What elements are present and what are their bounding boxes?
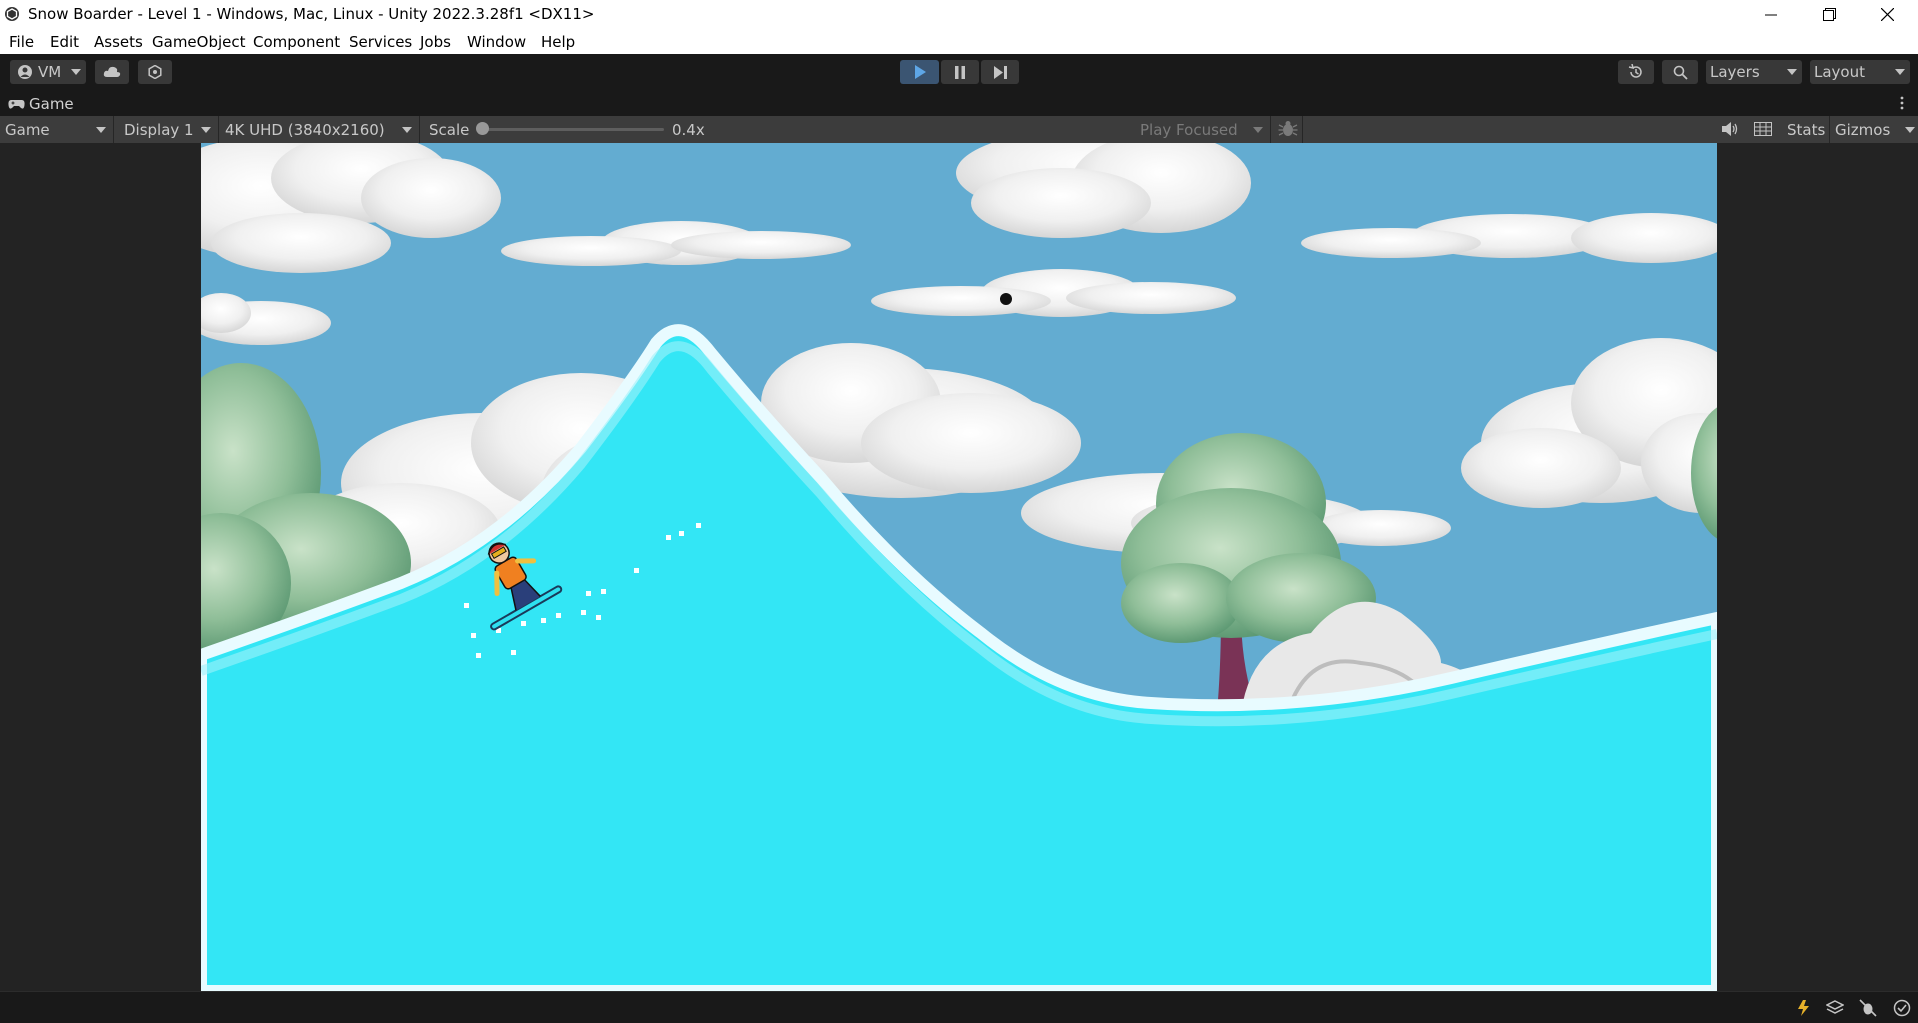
scale-slider-thumb[interactable] bbox=[476, 122, 489, 135]
chevron-down-icon bbox=[1787, 69, 1797, 75]
chevron-down-icon bbox=[201, 127, 211, 133]
resolution-dropdown[interactable]: 4K UHD (3840x2160) bbox=[225, 118, 417, 141]
play-button[interactable] bbox=[900, 60, 939, 84]
cache-server-button[interactable] bbox=[1825, 999, 1845, 1017]
view-mode-dropdown[interactable]: Game bbox=[5, 118, 111, 141]
search-button[interactable] bbox=[1662, 60, 1698, 84]
account-label: VM bbox=[38, 63, 62, 81]
pause-icon bbox=[955, 65, 965, 79]
game-view-toolbar: Game Display 1 4K UHD (3840x2160) Scale … bbox=[0, 116, 1918, 143]
history-icon bbox=[1628, 64, 1642, 78]
auto-generate-lighting-button[interactable] bbox=[1795, 999, 1813, 1017]
title-bar: Snow Boarder - Level 1 - Windows, Mac, L… bbox=[0, 0, 1918, 29]
search-icon bbox=[1673, 65, 1688, 80]
game-viewport[interactable] bbox=[201, 143, 1717, 991]
layers-icon bbox=[1825, 1000, 1845, 1014]
display-dropdown[interactable]: Display 1 bbox=[124, 118, 216, 141]
grid-icon bbox=[1754, 122, 1772, 136]
layers-label: Layers bbox=[1710, 63, 1760, 81]
scale-label: Scale bbox=[429, 120, 470, 139]
tab-game-label: Game bbox=[29, 95, 74, 113]
step-button[interactable] bbox=[981, 60, 1019, 84]
step-icon bbox=[993, 65, 1007, 79]
bug-icon bbox=[1278, 121, 1298, 136]
main-toolbar: VM Layers Layout bbox=[0, 54, 1918, 91]
play-mode-label: Play Focused bbox=[1140, 120, 1238, 139]
divider bbox=[1302, 116, 1303, 143]
menu-bar: File Edit Assets GameObject Component Se… bbox=[0, 29, 1918, 54]
play-icon bbox=[914, 65, 926, 79]
speaker-icon bbox=[1722, 122, 1738, 136]
more-vertical-icon bbox=[1900, 96, 1904, 110]
debug-mode-button[interactable] bbox=[1859, 999, 1877, 1017]
layers-dropdown[interactable]: Layers bbox=[1706, 60, 1802, 84]
gizmos-dropdown[interactable]: Gizmos bbox=[1835, 118, 1915, 141]
view-mode-label: Game bbox=[5, 120, 50, 139]
cloud bbox=[956, 143, 1251, 238]
chevron-down-icon bbox=[402, 127, 412, 133]
divider bbox=[1829, 116, 1830, 143]
minimize-icon bbox=[1765, 14, 1777, 15]
chevron-down-icon bbox=[1253, 127, 1263, 133]
chevron-down-icon bbox=[71, 69, 81, 75]
aspect-button[interactable] bbox=[1754, 121, 1774, 138]
menu-jobs[interactable]: Jobs bbox=[420, 33, 451, 51]
menu-services[interactable]: Services bbox=[349, 33, 412, 51]
menu-assets[interactable]: Assets bbox=[94, 33, 143, 51]
gamepad-icon bbox=[8, 99, 25, 109]
divider bbox=[1270, 116, 1271, 143]
lighting-icon bbox=[1798, 1000, 1809, 1016]
layout-dropdown[interactable]: Layout bbox=[1810, 60, 1910, 84]
cloud-icon bbox=[103, 66, 121, 77]
chevron-down-icon bbox=[1905, 127, 1915, 133]
display-label: Display 1 bbox=[124, 120, 194, 139]
scale-slider-track[interactable] bbox=[481, 128, 664, 131]
check-circle-icon bbox=[1893, 999, 1911, 1017]
divider bbox=[218, 116, 219, 143]
stats-button[interactable]: Stats bbox=[1787, 118, 1825, 141]
tab-menu-button[interactable] bbox=[1896, 95, 1908, 111]
history-button[interactable] bbox=[1618, 60, 1654, 84]
close-icon bbox=[1880, 8, 1894, 21]
divider bbox=[113, 116, 114, 143]
hexagon-icon bbox=[148, 65, 162, 79]
layout-label: Layout bbox=[1814, 63, 1865, 81]
divider bbox=[419, 116, 420, 143]
scale-value: 0.4x bbox=[672, 120, 705, 139]
restore-button[interactable] bbox=[1800, 0, 1858, 29]
minimize-button[interactable] bbox=[1742, 0, 1800, 29]
chevron-down-icon bbox=[1895, 69, 1905, 75]
menu-file[interactable]: File bbox=[9, 33, 34, 51]
menu-help[interactable]: Help bbox=[541, 33, 575, 51]
menu-gameobject[interactable]: GameObject bbox=[152, 33, 246, 51]
cloud-button[interactable] bbox=[95, 60, 129, 84]
gizmos-label: Gizmos bbox=[1835, 120, 1891, 139]
game-tab-bar: Game bbox=[0, 91, 1918, 116]
game-scene bbox=[201, 143, 1717, 991]
resolution-label: 4K UHD (3840x2160) bbox=[225, 120, 385, 139]
menu-edit[interactable]: Edit bbox=[50, 33, 79, 51]
pause-button[interactable] bbox=[941, 60, 979, 84]
account-dropdown[interactable]: VM bbox=[10, 60, 86, 84]
status-bar bbox=[0, 991, 1918, 1023]
bug-off-icon bbox=[1859, 999, 1877, 1017]
restore-icon bbox=[1822, 8, 1836, 21]
unity-logo-icon bbox=[5, 7, 19, 21]
window-title: Snow Boarder - Level 1 - Windows, Mac, L… bbox=[28, 5, 595, 23]
tab-game[interactable]: Game bbox=[8, 95, 74, 113]
chevron-down-icon bbox=[96, 127, 106, 133]
account-icon bbox=[18, 65, 32, 79]
menu-window[interactable]: Window bbox=[467, 33, 526, 51]
menu-component[interactable]: Component bbox=[253, 33, 340, 51]
collab-button[interactable] bbox=[138, 60, 172, 84]
progress-status-button[interactable] bbox=[1893, 999, 1911, 1017]
debug-button[interactable] bbox=[1278, 120, 1300, 139]
play-mode-dropdown[interactable]: Play Focused bbox=[1140, 118, 1268, 141]
cursor-dot bbox=[1000, 293, 1012, 305]
close-button[interactable] bbox=[1858, 0, 1916, 29]
mute-audio-button[interactable] bbox=[1721, 121, 1741, 138]
